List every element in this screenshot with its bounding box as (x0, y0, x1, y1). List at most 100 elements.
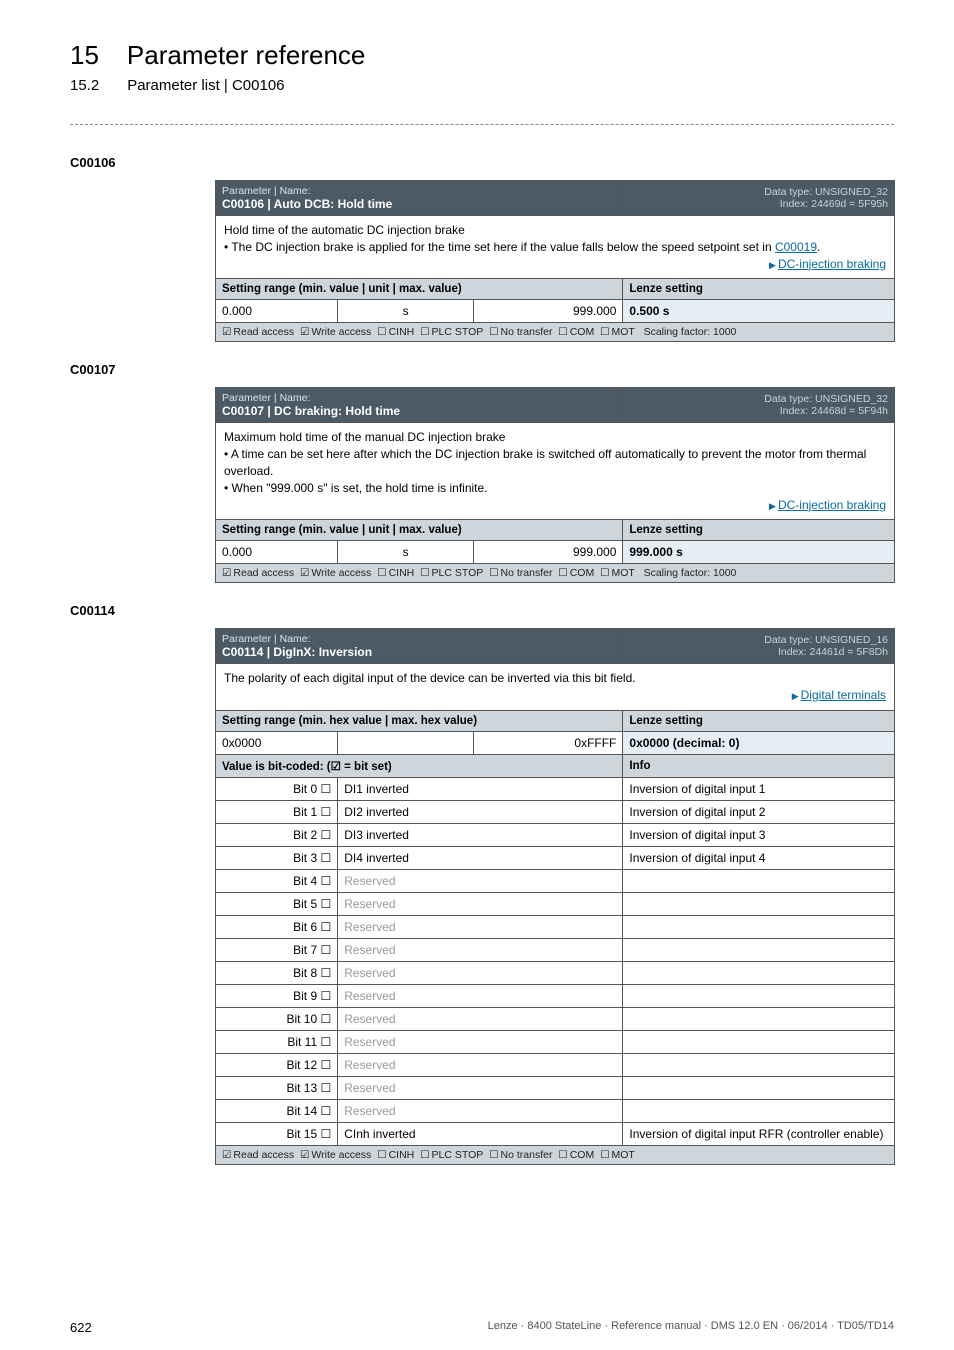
min-hex: 0x0000 (216, 731, 338, 754)
unit-value: s (338, 300, 474, 323)
bit-info (623, 1053, 895, 1076)
desc-bullet: • The DC injection brake is applied for … (224, 239, 886, 256)
setting-range-header: Setting range (min. value | unit | max. … (216, 279, 623, 300)
write-access: Write access (300, 326, 371, 338)
access-footer: Read access Write access CINH PLC STOP N… (216, 564, 895, 583)
chapter-header: 15 Parameter reference (70, 40, 894, 71)
parameter-table-c00114: Parameter | Name: C00114 | DigInX: Inver… (215, 628, 895, 1165)
max-value: 999.000 (474, 541, 623, 564)
param-dtype: Data type: UNSIGNED_16 (629, 634, 888, 646)
mot-flag: MOT (600, 567, 635, 579)
link-c00019[interactable]: C00019 (775, 240, 817, 254)
bit-row: Bit 10 ☐Reserved (216, 1007, 895, 1030)
bit-info (623, 984, 895, 1007)
bit-info (623, 1099, 895, 1122)
bit-row: Bit 13 ☐Reserved (216, 1076, 895, 1099)
bit-index: Bit 5 ☐ (216, 892, 338, 915)
param-header-right: Data type: UNSIGNED_16 Index: 24461d = 5… (623, 629, 895, 664)
bit-row: Bit 5 ☐Reserved (216, 892, 895, 915)
bit-info: Inversion of digital input RFR (controll… (623, 1122, 895, 1145)
bitcoded-header: Value is bit-coded: (☑ = bit set) (216, 754, 623, 777)
bit-info: Inversion of digital input 4 (623, 846, 895, 869)
max-hex: 0xFFFF (474, 731, 623, 754)
bit-info: Inversion of digital input 2 (623, 800, 895, 823)
cinh-flag: CINH (377, 567, 414, 579)
bit-name: Reserved (338, 1030, 623, 1053)
param-header-right: Data type: UNSIGNED_32 Index: 24468d = 5… (623, 388, 895, 423)
bit-index: Bit 4 ☐ (216, 869, 338, 892)
setting-range-header: Setting range (min. hex value | max. hex… (216, 710, 623, 731)
bit-name: DI1 inverted (338, 777, 623, 800)
bit-index: Bit 14 ☐ (216, 1099, 338, 1122)
bit-name: Reserved (338, 1099, 623, 1122)
unit-value: s (338, 541, 474, 564)
param-description: Maximum hold time of the manual DC injec… (216, 423, 895, 520)
read-access: Read access (222, 567, 294, 579)
bit-info: Inversion of digital input 1 (623, 777, 895, 800)
bit-row: Bit 9 ☐Reserved (216, 984, 895, 1007)
document-reference: Lenze · 8400 StateLine · Reference manua… (488, 1320, 894, 1335)
trailing-link-wrap: DC-injection braking (224, 256, 886, 273)
bit-info (623, 869, 895, 892)
bit-row: Bit 8 ☐Reserved (216, 961, 895, 984)
parameter-code: C00114 (70, 603, 894, 618)
param-index: Index: 24469d = 5F95h (629, 198, 888, 210)
plcstop-flag: PLC STOP (420, 567, 483, 579)
bit-info (623, 892, 895, 915)
bit-index: Bit 1 ☐ (216, 800, 338, 823)
link-dc-injection[interactable]: DC-injection braking (769, 498, 886, 512)
lenze-setting-header: Lenze setting (623, 279, 895, 300)
page-number: 622 (70, 1320, 92, 1335)
link-digital-terminals[interactable]: Digital terminals (792, 688, 886, 702)
divider (70, 124, 894, 125)
bit-name: DI2 inverted (338, 800, 623, 823)
read-access: Read access (222, 326, 294, 338)
bit-name: Reserved (338, 915, 623, 938)
bit-index: Bit 3 ☐ (216, 846, 338, 869)
bit-index: Bit 2 ☐ (216, 823, 338, 846)
link-dc-injection[interactable]: DC-injection braking (769, 257, 886, 271)
plcstop-flag: PLC STOP (420, 326, 483, 338)
bit-index: Bit 6 ☐ (216, 915, 338, 938)
desc-bullet: • A time can be set here after which the… (224, 446, 886, 480)
bit-name: Reserved (338, 938, 623, 961)
notransfer-flag: No transfer (489, 567, 552, 579)
param-name: C00106 | Auto DCB: Hold time (222, 197, 616, 211)
lenze-value: 0.500 s (623, 300, 895, 323)
plcstop-flag: PLC STOP (420, 1149, 483, 1161)
bit-index: Bit 15 ☐ (216, 1122, 338, 1145)
mid-empty (338, 731, 474, 754)
bit-row: Bit 0 ☐DI1 invertedInversion of digital … (216, 777, 895, 800)
bit-info (623, 1030, 895, 1053)
parameter-section-c00107: C00107 Parameter | Name: C00107 | DC bra… (70, 362, 894, 583)
bit-row: Bit 2 ☐DI3 invertedInversion of digital … (216, 823, 895, 846)
bit-index: Bit 0 ☐ (216, 777, 338, 800)
bit-row: Bit 3 ☐DI4 invertedInversion of digital … (216, 846, 895, 869)
bit-index: Bit 11 ☐ (216, 1030, 338, 1053)
bit-index: Bit 8 ☐ (216, 961, 338, 984)
bit-name: Reserved (338, 1007, 623, 1030)
chapter-title: Parameter reference (127, 40, 365, 71)
com-flag: COM (558, 567, 594, 579)
param-description: Hold time of the automatic DC injection … (216, 216, 895, 279)
info-header: Info (623, 754, 895, 777)
bit-name: Reserved (338, 892, 623, 915)
bit-index: Bit 12 ☐ (216, 1053, 338, 1076)
trailing-link-wrap: Digital terminals (224, 687, 886, 704)
bit-row: Bit 4 ☐Reserved (216, 869, 895, 892)
setting-range-header: Setting range (min. value | unit | max. … (216, 520, 623, 541)
bit-row: Bit 12 ☐Reserved (216, 1053, 895, 1076)
mot-flag: MOT (600, 326, 635, 338)
desc-line: Hold time of the automatic DC injection … (224, 222, 886, 239)
bit-index: Bit 13 ☐ (216, 1076, 338, 1099)
trailing-link-wrap: DC-injection braking (224, 497, 886, 514)
bit-row: Bit 14 ☐Reserved (216, 1099, 895, 1122)
parameter-table-c00106: Parameter | Name: C00106 | Auto DCB: Hol… (215, 180, 895, 342)
scaling-factor: Scaling factor: 1000 (644, 567, 737, 579)
bit-row: Bit 7 ☐Reserved (216, 938, 895, 961)
cinh-flag: CINH (377, 1149, 414, 1161)
max-value: 999.000 (474, 300, 623, 323)
section-header: 15.2 Parameter list | C00106 (70, 77, 894, 94)
section-number: 15.2 (70, 77, 99, 94)
write-access: Write access (300, 1149, 371, 1161)
